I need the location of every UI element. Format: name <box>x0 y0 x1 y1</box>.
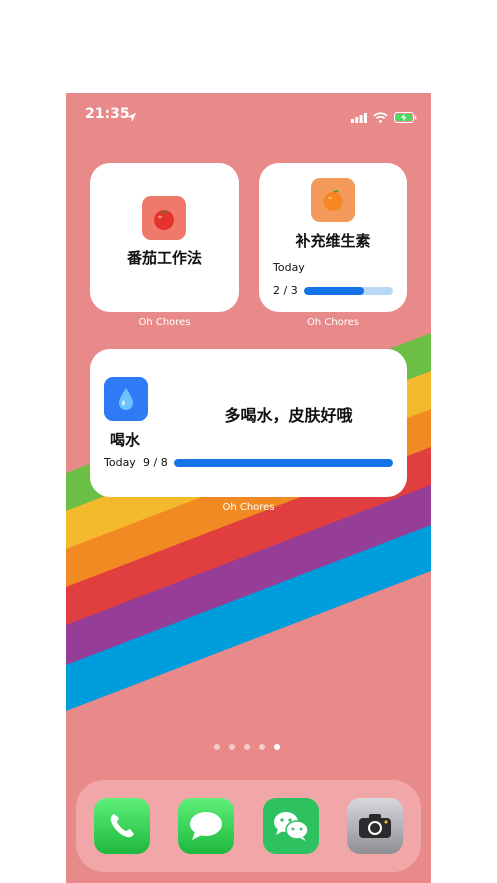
water-name: 喝水 <box>110 431 141 449</box>
vitamin-progress-text: 2 / 3 <box>273 284 298 297</box>
messages-app-icon[interactable] <box>178 798 234 854</box>
status-right-icons <box>351 108 417 127</box>
water-today-label: Today <box>104 456 136 469</box>
phone-icon <box>110 814 134 838</box>
wifi-icon <box>373 108 388 127</box>
orange-icon <box>311 178 355 222</box>
pomodoro-caption: Oh Chores <box>138 317 191 328</box>
camera-app-icon[interactable] <box>347 798 403 854</box>
vitamin-progress-bar <box>304 287 393 295</box>
vitamin-widget[interactable]: 补充维生素 Today 2 / 3 <box>259 163 407 312</box>
page-dot[interactable] <box>214 744 220 750</box>
water-message: 多喝水，皮肤好哦 <box>224 406 353 425</box>
wechat-icon <box>274 812 309 841</box>
vitamin-caption: Oh Chores <box>306 317 360 328</box>
camera-icon <box>359 814 391 838</box>
page-indicator[interactable] <box>214 744 280 750</box>
page-dot[interactable] <box>244 744 250 750</box>
vitamin-progress-fill <box>304 287 364 295</box>
water-progress-text: 9 / 8 <box>143 456 168 469</box>
page-dot-active[interactable] <box>274 744 280 750</box>
location-arrow-icon <box>126 108 137 127</box>
water-caption: Oh Chores <box>222 502 275 513</box>
messages-icon <box>190 812 222 840</box>
pomodoro-widget[interactable]: 番茄工作法 <box>90 163 239 312</box>
status-time: 21:35 <box>85 106 130 122</box>
tomato-icon <box>142 196 186 240</box>
pomodoro-title: 番茄工作法 <box>126 249 202 267</box>
water-drop-icon <box>104 377 148 421</box>
water-progress-fill <box>174 459 393 467</box>
phone-screen: 21:35 番茄工作法 Oh Chores 补充维生素 Today 2 / 3 … <box>66 93 431 883</box>
phone-app-icon[interactable] <box>94 798 150 854</box>
page-dot[interactable] <box>259 744 265 750</box>
vitamin-today-label: Today <box>273 261 305 274</box>
battery-charging-icon <box>394 108 417 127</box>
wechat-app-icon[interactable] <box>263 798 319 854</box>
dock <box>76 780 421 872</box>
vitamin-title: 补充维生素 <box>295 232 371 250</box>
cellular-signal-icon <box>351 108 367 127</box>
water-widget[interactable]: 喝水 多喝水，皮肤好哦 Today 9 / 8 <box>90 349 407 497</box>
status-bar: 21:35 <box>66 93 431 137</box>
water-progress-bar <box>174 459 393 467</box>
page-dot[interactable] <box>229 744 235 750</box>
